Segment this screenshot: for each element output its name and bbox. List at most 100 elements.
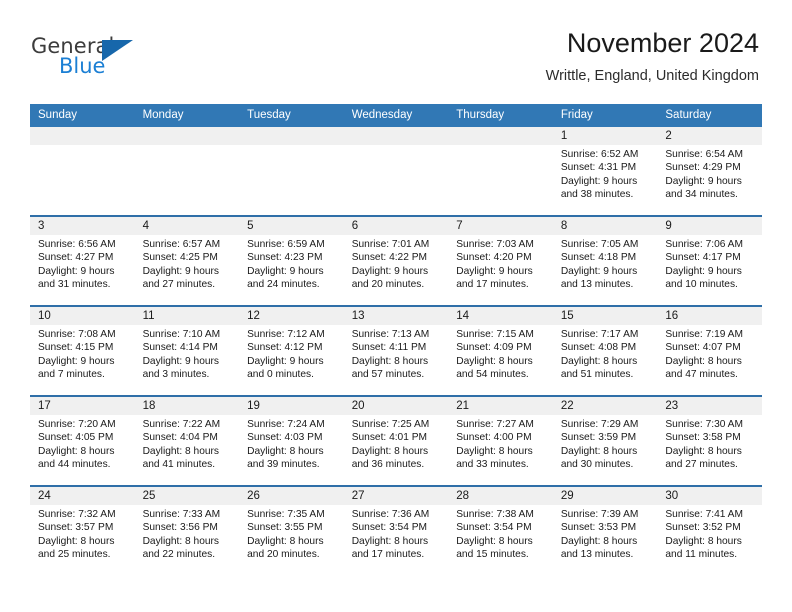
calendar-day-cell[interactable]: 22 Sunrise: 7:29 AM Sunset: 3:59 PM Dayl…: [552, 397, 658, 485]
sunset-text: Sunset: 3:58 PM: [665, 432, 741, 444]
calendar-day-cell[interactable]: 3 Sunrise: 6:56 AM Sunset: 4:27 PM Dayli…: [30, 217, 135, 305]
daylight-text: Daylight: 8 hours and 27 minutes.: [665, 445, 742, 470]
calendar-day-cell[interactable]: 19 Sunrise: 7:24 AM Sunset: 4:03 PM Dayl…: [239, 397, 344, 485]
calendar-day-cell[interactable]: 26 Sunrise: 7:35 AM Sunset: 3:55 PM Dayl…: [239, 487, 344, 575]
sunset-text: Sunset: 4:00 PM: [456, 432, 532, 444]
calendar-day-cell[interactable]: 6 Sunrise: 7:01 AM Sunset: 4:22 PM Dayli…: [343, 217, 449, 305]
calendar-day-cell[interactable]: [30, 127, 135, 215]
day-number: [134, 127, 240, 145]
calendar-day-cell[interactable]: 14 Sunrise: 7:15 AM Sunset: 4:09 PM Dayl…: [448, 307, 553, 395]
calendar-day-cell[interactable]: 29 Sunrise: 7:39 AM Sunset: 3:53 PM Dayl…: [552, 487, 658, 575]
day-details: Sunrise: 7:05 AM Sunset: 4:18 PM Dayligh…: [553, 235, 658, 291]
sunset-text: Sunset: 4:07 PM: [665, 342, 741, 354]
calendar-day-cell[interactable]: 28 Sunrise: 7:38 AM Sunset: 3:54 PM Dayl…: [448, 487, 553, 575]
sunset-text: Sunset: 4:05 PM: [38, 432, 114, 444]
calendar-day-cell[interactable]: 30 Sunrise: 7:41 AM Sunset: 3:52 PM Dayl…: [657, 487, 762, 575]
day-number: 2: [657, 127, 762, 145]
daylight-text: Daylight: 9 hours and 3 minutes.: [142, 355, 220, 380]
calendar-day-cell[interactable]: 5 Sunrise: 6:59 AM Sunset: 4:23 PM Dayli…: [239, 217, 344, 305]
sunset-text: Sunset: 4:23 PM: [247, 252, 323, 264]
day-details: Sunrise: 6:57 AM Sunset: 4:25 PM Dayligh…: [135, 235, 240, 291]
sunrise-text: Sunrise: 7:36 AM: [351, 509, 430, 520]
calendar-day-cell[interactable]: 9 Sunrise: 7:06 AM Sunset: 4:17 PM Dayli…: [657, 217, 762, 305]
page-title: November 2024: [566, 28, 759, 58]
day-details: Sunrise: 7:12 AM Sunset: 4:12 PM Dayligh…: [239, 325, 344, 381]
logo-triangle-icon: [102, 40, 133, 61]
daylight-text: Daylight: 9 hours and 31 minutes.: [38, 265, 115, 290]
sunset-text: Sunset: 3:59 PM: [560, 432, 637, 444]
day-number: 7: [448, 217, 553, 235]
daylight-text: Daylight: 9 hours and 7 minutes.: [38, 355, 115, 380]
daylight-text: Daylight: 8 hours and 54 minutes.: [456, 355, 533, 380]
page-header: General Blue November 2024 Writtle, Engl…: [0, 0, 792, 100]
calendar-day-cell[interactable]: [448, 127, 553, 215]
day-details: [448, 145, 553, 148]
daylight-text: Daylight: 8 hours and 17 minutes.: [351, 535, 429, 560]
day-details: Sunrise: 7:10 AM Sunset: 4:14 PM Dayligh…: [135, 325, 240, 381]
calendar-day-cell[interactable]: 13 Sunrise: 7:13 AM Sunset: 4:11 PM Dayl…: [343, 307, 449, 395]
calendar-day-cell[interactable]: 2 Sunrise: 6:54 AM Sunset: 4:29 PM Dayli…: [657, 127, 762, 215]
calendar-day-cell[interactable]: 27 Sunrise: 7:36 AM Sunset: 3:54 PM Dayl…: [343, 487, 449, 575]
sunset-text: Sunset: 3:52 PM: [665, 522, 741, 534]
day-details: Sunrise: 7:29 AM Sunset: 3:59 PM Dayligh…: [553, 415, 658, 471]
day-details: Sunrise: 6:52 AM Sunset: 4:31 PM Dayligh…: [553, 145, 658, 201]
calendar-day-cell[interactable]: 1 Sunrise: 6:52 AM Sunset: 4:31 PM Dayli…: [552, 127, 658, 215]
calendar-day-cell[interactable]: 16 Sunrise: 7:19 AM Sunset: 4:07 PM Dayl…: [657, 307, 762, 395]
day-number: 15: [552, 307, 658, 325]
sunrise-text: Sunrise: 7:27 AM: [456, 419, 534, 430]
daylight-text: Daylight: 8 hours and 30 minutes.: [560, 445, 638, 470]
day-number: 9: [657, 217, 762, 235]
title-block: November 2024 Writtle, England, United K…: [546, 28, 759, 84]
sunrise-text: Sunrise: 6:52 AM: [560, 149, 639, 160]
daylight-text: Daylight: 8 hours and 41 minutes.: [142, 445, 220, 470]
calendar-day-cell[interactable]: 17 Sunrise: 7:20 AM Sunset: 4:05 PM Dayl…: [30, 397, 135, 485]
calendar-day-cell[interactable]: 25 Sunrise: 7:33 AM Sunset: 3:56 PM Dayl…: [134, 487, 240, 575]
daylight-text: Daylight: 9 hours and 10 minutes.: [665, 265, 742, 290]
day-number: 17: [30, 397, 135, 415]
weekday-header-wednesday: Wednesday: [351, 109, 413, 121]
daylight-text: Daylight: 8 hours and 25 minutes.: [38, 535, 115, 560]
sunset-text: Sunset: 4:15 PM: [38, 342, 114, 354]
day-details: Sunrise: 7:06 AM Sunset: 4:17 PM Dayligh…: [657, 235, 762, 291]
day-details: [239, 145, 344, 148]
calendar-day-cell[interactable]: 4 Sunrise: 6:57 AM Sunset: 4:25 PM Dayli…: [134, 217, 240, 305]
sunrise-text: Sunrise: 7:30 AM: [665, 419, 743, 430]
sunrise-text: Sunrise: 7:33 AM: [142, 509, 221, 520]
calendar-day-cell[interactable]: 21 Sunrise: 7:27 AM Sunset: 4:00 PM Dayl…: [448, 397, 553, 485]
sunrise-text: Sunrise: 7:15 AM: [456, 329, 534, 340]
daylight-text: Daylight: 8 hours and 15 minutes.: [456, 535, 533, 560]
sunset-text: Sunset: 4:22 PM: [351, 252, 428, 264]
calendar-day-cell[interactable]: 23 Sunrise: 7:30 AM Sunset: 3:58 PM Dayl…: [657, 397, 762, 485]
calendar-day-cell[interactable]: [134, 127, 240, 215]
calendar-day-cell[interactable]: [343, 127, 449, 215]
calendar-day-cell[interactable]: 12 Sunrise: 7:12 AM Sunset: 4:12 PM Dayl…: [239, 307, 344, 395]
sunset-text: Sunset: 4:11 PM: [351, 342, 427, 354]
calendar-day-cell[interactable]: 7 Sunrise: 7:03 AM Sunset: 4:20 PM Dayli…: [448, 217, 553, 305]
sunset-text: Sunset: 4:08 PM: [560, 342, 637, 354]
day-details: Sunrise: 6:54 AM Sunset: 4:29 PM Dayligh…: [657, 145, 762, 201]
sunset-text: Sunset: 4:27 PM: [38, 252, 114, 264]
day-details: Sunrise: 7:19 AM Sunset: 4:07 PM Dayligh…: [657, 325, 762, 381]
day-number: 4: [134, 217, 240, 235]
day-number: 1: [552, 127, 658, 145]
calendar-day-cell[interactable]: 10 Sunrise: 7:08 AM Sunset: 4:15 PM Dayl…: [30, 307, 135, 395]
day-details: Sunrise: 7:38 AM Sunset: 3:54 PM Dayligh…: [448, 505, 553, 561]
calendar-grid: Sunday Monday Tuesday Wednesday Thursday…: [30, 104, 762, 575]
calendar-day-cell[interactable]: 24 Sunrise: 7:32 AM Sunset: 3:57 PM Dayl…: [30, 487, 135, 575]
calendar-day-cell[interactable]: [239, 127, 344, 215]
sunset-text: Sunset: 4:09 PM: [456, 342, 532, 354]
calendar-day-cell[interactable]: 20 Sunrise: 7:25 AM Sunset: 4:01 PM Dayl…: [343, 397, 449, 485]
sunrise-text: Sunrise: 7:24 AM: [247, 419, 325, 430]
calendar-day-cell[interactable]: 11 Sunrise: 7:10 AM Sunset: 4:14 PM Dayl…: [134, 307, 240, 395]
weekday-header-row: Sunday Monday Tuesday Wednesday Thursday…: [30, 104, 762, 127]
general-blue-logo[interactable]: General Blue: [31, 36, 211, 82]
calendar-day-cell[interactable]: 15 Sunrise: 7:17 AM Sunset: 4:08 PM Dayl…: [552, 307, 658, 395]
day-number: 30: [657, 487, 762, 505]
day-number: 5: [239, 217, 344, 235]
calendar-week-row: 1 Sunrise: 6:52 AM Sunset: 4:31 PM Dayli…: [30, 127, 762, 215]
calendar-day-cell[interactable]: 18 Sunrise: 7:22 AM Sunset: 4:04 PM Dayl…: [134, 397, 240, 485]
sunset-text: Sunset: 4:25 PM: [142, 252, 218, 264]
daylight-text: Daylight: 8 hours and 33 minutes.: [456, 445, 533, 470]
calendar-day-cell[interactable]: 8 Sunrise: 7:05 AM Sunset: 4:18 PM Dayli…: [552, 217, 658, 305]
day-details: Sunrise: 7:36 AM Sunset: 3:54 PM Dayligh…: [344, 505, 449, 561]
